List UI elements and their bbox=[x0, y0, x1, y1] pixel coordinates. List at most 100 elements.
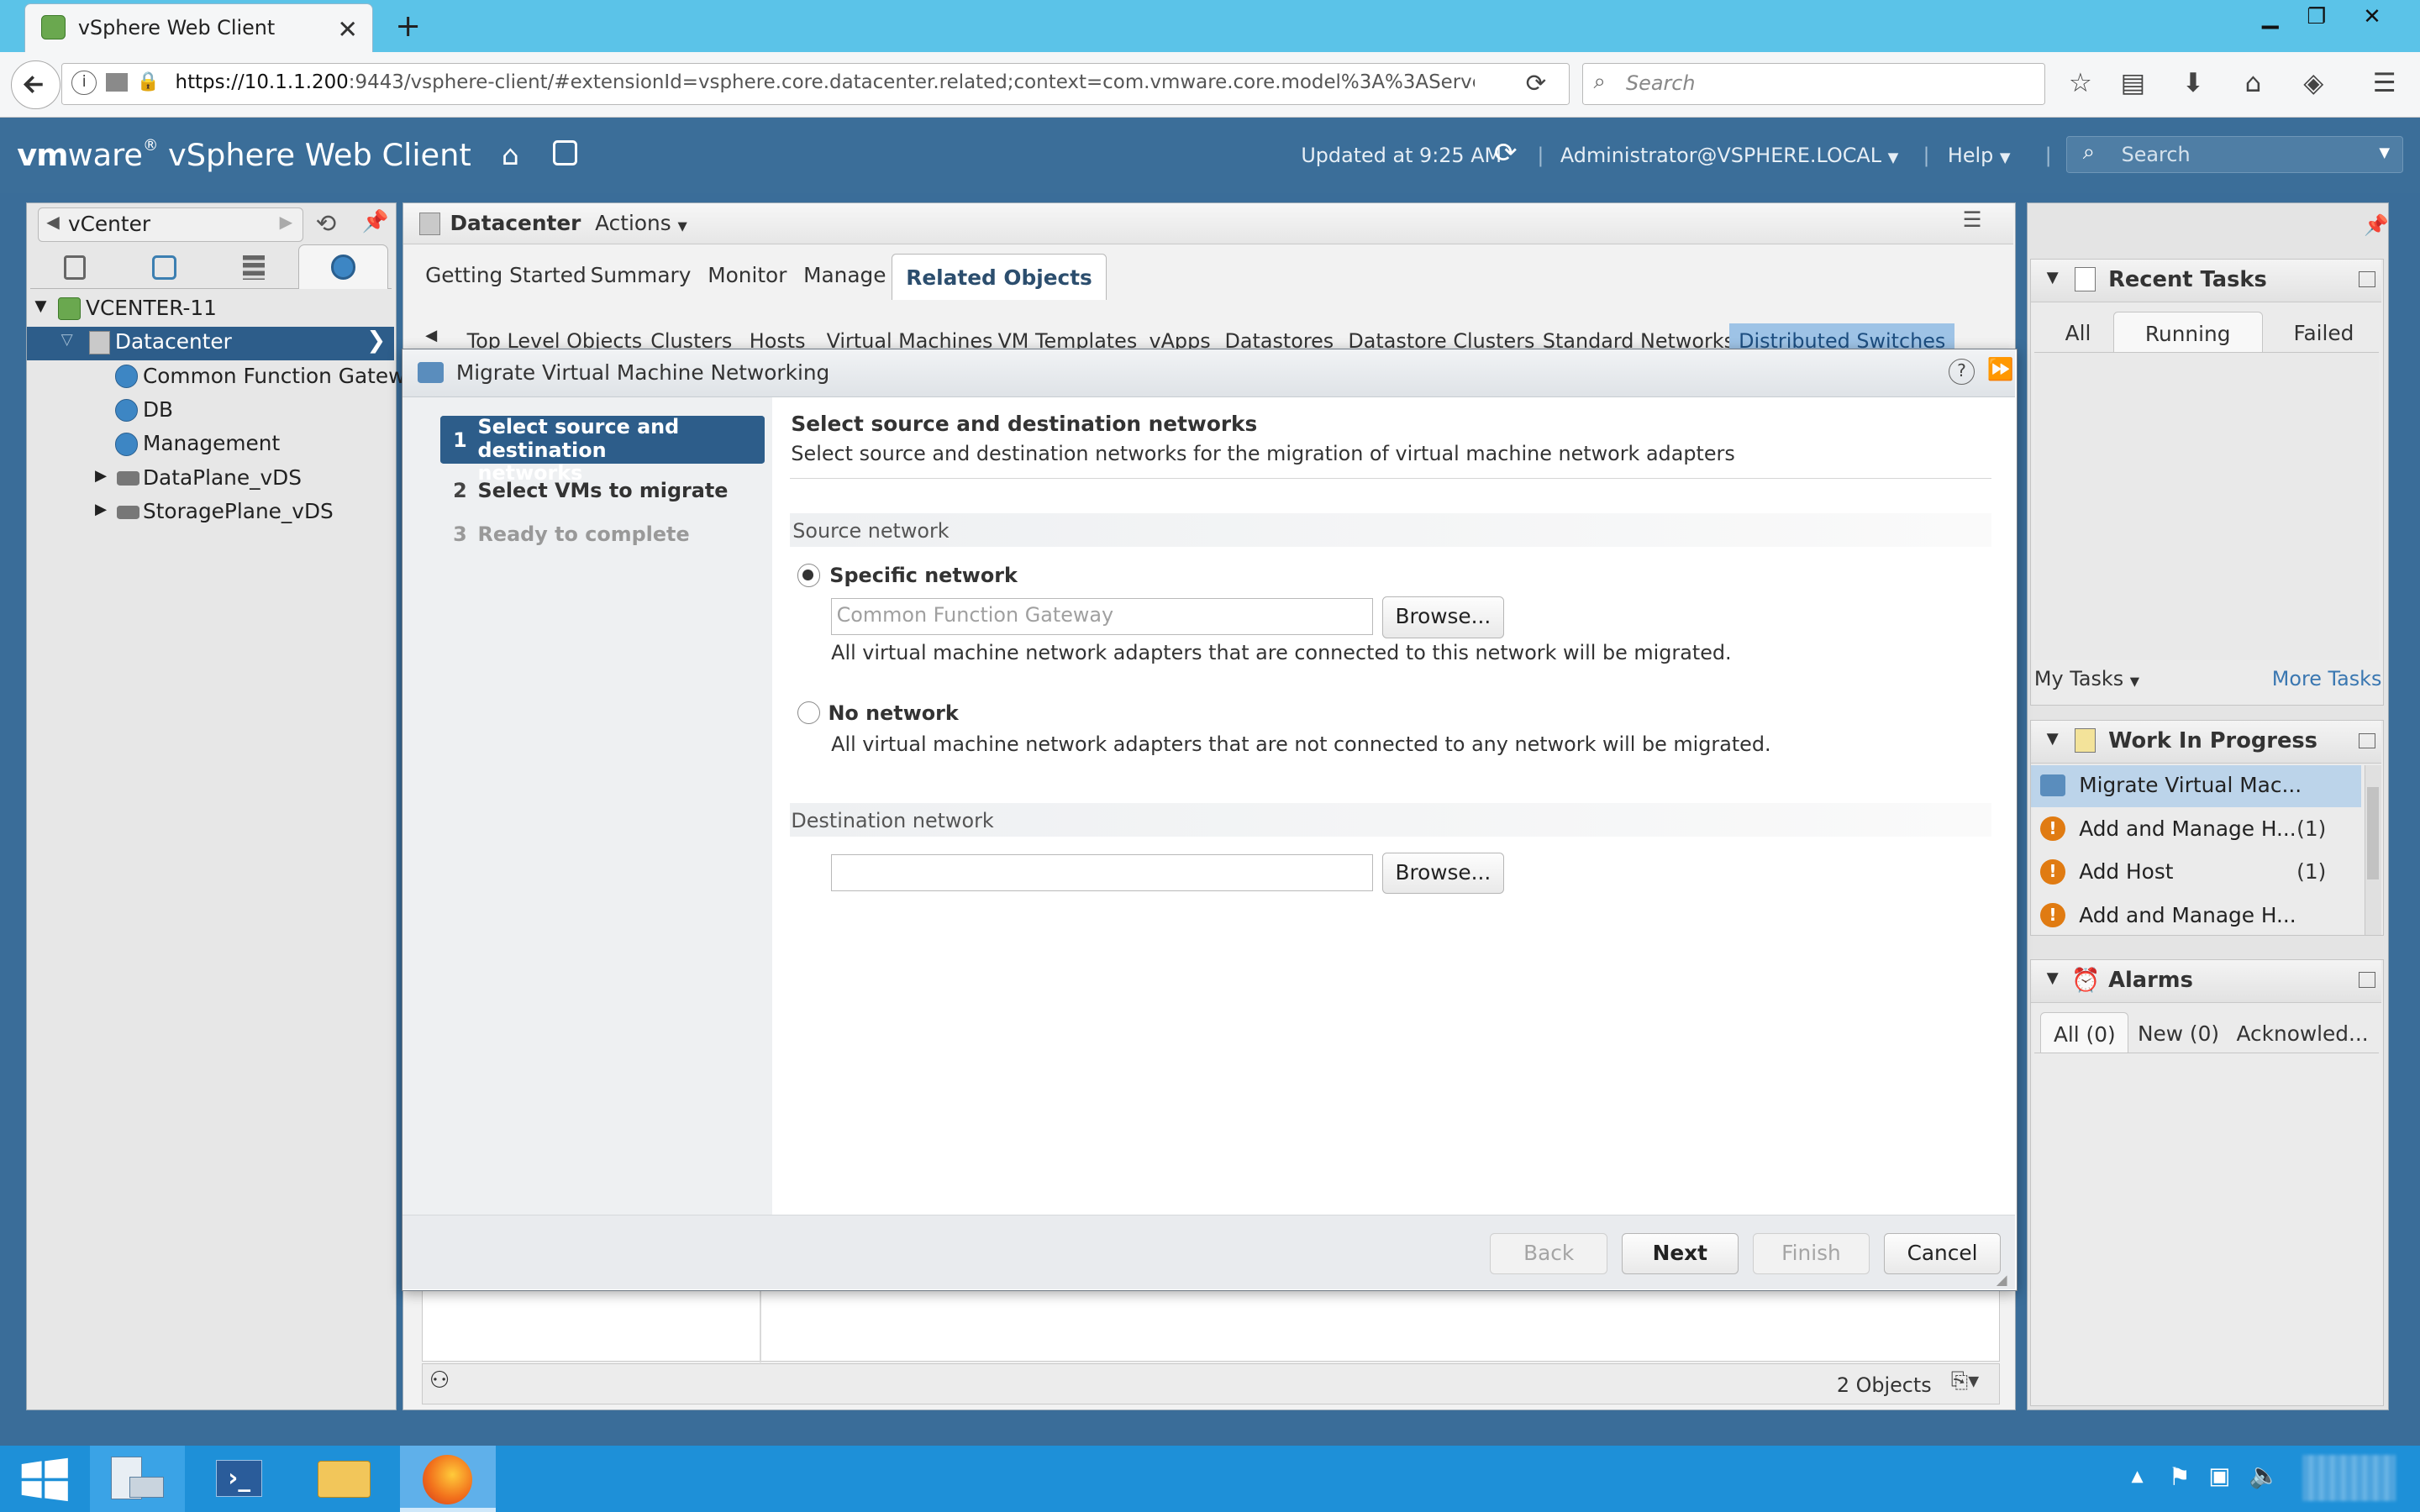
powershell-icon[interactable]: ›_ bbox=[192, 1446, 287, 1512]
chevron-right-icon[interactable]: ❯ bbox=[366, 327, 386, 354]
tab-manage[interactable]: Manage bbox=[803, 263, 886, 287]
step-2[interactable]: 2 Select VMs to migrate bbox=[440, 479, 765, 510]
scrollbar-thumb[interactable] bbox=[2366, 786, 2380, 880]
maximize-icon[interactable] bbox=[2358, 972, 2375, 988]
resize-grip-icon[interactable]: ◢ bbox=[1996, 1272, 2007, 1288]
maximize-icon[interactable] bbox=[2358, 732, 2375, 748]
new-tab-icon[interactable]: + bbox=[395, 8, 421, 44]
pin-icon[interactable]: 📌 bbox=[362, 209, 389, 234]
no-network-radio[interactable] bbox=[797, 701, 821, 725]
network-tray-icon[interactable]: ▣ bbox=[2208, 1462, 2230, 1489]
tree-item-vds[interactable]: ▶ StoragePlane_vDS bbox=[27, 496, 394, 530]
close-window-icon[interactable]: ✕ bbox=[2349, 0, 2395, 37]
tray-expand-icon[interactable]: ▲ bbox=[2131, 1467, 2143, 1485]
history-icon[interactable] bbox=[552, 140, 577, 165]
step-1[interactable]: 1 Select source and destination networks bbox=[440, 415, 765, 485]
hosts-clusters-tab[interactable] bbox=[30, 249, 120, 290]
minimize-icon[interactable]: ▁ bbox=[2247, 0, 2293, 37]
next-button[interactable]: Next bbox=[1621, 1232, 1739, 1275]
tab-getting-started[interactable]: Getting Started bbox=[425, 263, 587, 287]
pin-icon[interactable]: 📌 bbox=[2364, 213, 2389, 237]
vms-templates-tab[interactable] bbox=[119, 249, 209, 290]
my-tasks-dropdown[interactable]: My Tasks ▼ bbox=[2034, 667, 2139, 690]
tree-item-vds[interactable]: ▶ DataPlane_vDS bbox=[27, 462, 394, 496]
bookmark-star-icon[interactable]: ☆ bbox=[2064, 68, 2097, 102]
subtab[interactable]: Virtual Machines bbox=[827, 329, 993, 351]
tab-failed[interactable]: Failed bbox=[2293, 321, 2354, 345]
subtab[interactable]: Hosts bbox=[750, 329, 806, 351]
browser-search-input[interactable]: ⌕ Search bbox=[1581, 63, 2045, 105]
subtab[interactable]: Datastores bbox=[1224, 329, 1334, 351]
action-center-flag-icon[interactable]: ⚑ bbox=[2169, 1462, 2191, 1491]
networking-tab[interactable] bbox=[298, 244, 388, 290]
back-arrow-icon[interactable] bbox=[10, 60, 60, 110]
firefox-icon[interactable] bbox=[399, 1445, 496, 1512]
tab-running[interactable]: Running bbox=[2112, 312, 2263, 352]
wip-item[interactable]: ! Add Host (1) bbox=[2031, 852, 2361, 894]
tree-item-network[interactable]: Management bbox=[27, 428, 394, 462]
actions-menu[interactable]: Actions ▼ bbox=[595, 211, 687, 235]
export-icon[interactable]: ⎘▾ bbox=[1951, 1368, 1979, 1394]
tab-related-objects[interactable]: Related Objects bbox=[891, 254, 1107, 301]
maximize-icon[interactable] bbox=[2358, 271, 2375, 287]
collapse-arrow-icon[interactable]: ▼ bbox=[2047, 269, 2059, 286]
browse-source-button[interactable]: Browse... bbox=[1381, 596, 1504, 638]
server-manager-icon[interactable] bbox=[89, 1445, 186, 1512]
expand-icon[interactable]: ⏩ bbox=[1987, 357, 2014, 382]
subtab[interactable]: VM Templates bbox=[997, 329, 1137, 351]
home-icon[interactable]: ⌂ bbox=[502, 139, 519, 171]
tree-item-vcenter[interactable]: ▼ VCENTER-11 bbox=[27, 292, 394, 326]
storage-tab[interactable] bbox=[209, 249, 299, 290]
tab-all-alarms[interactable]: All (0) bbox=[2040, 1012, 2129, 1053]
chevron-down-icon[interactable]: ▼ bbox=[2379, 144, 2390, 160]
more-tasks-link[interactable]: More Tasks bbox=[2272, 667, 2382, 690]
windows-start-icon[interactable] bbox=[0, 1446, 96, 1512]
collapse-arrow-icon[interactable]: ▼ bbox=[2047, 730, 2059, 748]
browse-destination-button[interactable]: Browse... bbox=[1381, 852, 1504, 895]
subtab[interactable]: Clusters bbox=[650, 329, 732, 351]
specific-network-label[interactable]: Specific network bbox=[829, 564, 1018, 587]
subtab[interactable]: vApps bbox=[1149, 329, 1210, 351]
reload-icon[interactable]: ⟳ bbox=[1526, 69, 1547, 97]
subtab-active[interactable]: Distributed Switches bbox=[1729, 323, 1955, 351]
help-icon[interactable]: ? bbox=[1948, 359, 1975, 386]
home-icon[interactable]: ⌂ bbox=[2236, 68, 2270, 102]
wip-item[interactable]: Migrate Virtual Mac... bbox=[2031, 765, 2362, 807]
address-bar[interactable]: i 🔒 https://10.1.1.200:9443/vsphere-clie… bbox=[61, 63, 1570, 105]
help-menu[interactable]: Help ▼ bbox=[1948, 144, 2011, 167]
restore-icon[interactable]: ❐ bbox=[2293, 0, 2339, 37]
refresh-icon[interactable]: ⟳ bbox=[1494, 136, 1518, 169]
reading-list-icon[interactable]: ▤ bbox=[2116, 68, 2149, 102]
collapse-arrow-icon[interactable]: ▼ bbox=[2047, 969, 2059, 987]
finish-button[interactable]: Finish bbox=[1752, 1232, 1870, 1275]
volume-muted-icon[interactable]: 🔈 bbox=[2249, 1461, 2280, 1490]
specific-network-radio[interactable] bbox=[797, 564, 821, 587]
binoculars-icon[interactable]: ⚇ bbox=[429, 1367, 450, 1394]
navigator-back-button[interactable]: ◀ vCenter ▶ bbox=[38, 207, 303, 242]
wip-item[interactable]: ! Add and Manage H... bbox=[2031, 895, 2361, 937]
browser-tab[interactable]: vSphere Web Client ✕ bbox=[24, 3, 374, 53]
history-icon[interactable]: ⟲ bbox=[316, 209, 337, 238]
view-options-icon[interactable]: ☰ bbox=[1962, 207, 1981, 233]
subtab[interactable]: Top Level Objects bbox=[467, 329, 643, 351]
file-explorer-icon[interactable] bbox=[297, 1446, 392, 1512]
scrollbar[interactable] bbox=[2364, 765, 2382, 936]
global-search-input[interactable]: ⌕ Search ▼ bbox=[2066, 135, 2403, 173]
tab-summary[interactable]: Summary bbox=[591, 263, 692, 287]
destination-network-field[interactable] bbox=[831, 853, 1373, 891]
subtab[interactable]: Standard Networks bbox=[1543, 329, 1734, 351]
tree-item-datacenter[interactable]: ▽ Datacenter ❯ bbox=[27, 326, 395, 360]
subtab[interactable]: Datastore Clusters bbox=[1348, 329, 1534, 351]
tab-monitor[interactable]: Monitor bbox=[708, 263, 786, 287]
wip-item[interactable]: ! Add and Manage H... (1) bbox=[2031, 809, 2361, 851]
close-tab-icon[interactable]: ✕ bbox=[337, 15, 358, 44]
pocket-icon[interactable]: ◈ bbox=[2296, 68, 2330, 102]
user-menu[interactable]: Administrator@VSPHERE.LOCAL ▼ bbox=[1560, 144, 1898, 167]
download-icon[interactable]: ⬇ bbox=[2176, 68, 2210, 102]
scroll-left-icon[interactable]: ◀ bbox=[425, 327, 437, 344]
tab-all[interactable]: All bbox=[2065, 321, 2091, 345]
tree-item-network[interactable]: Common Function Gatewa bbox=[27, 360, 418, 394]
clock[interactable] bbox=[2302, 1455, 2396, 1502]
tree-item-network[interactable]: DB bbox=[27, 394, 394, 428]
no-network-label[interactable]: No network bbox=[828, 701, 958, 725]
